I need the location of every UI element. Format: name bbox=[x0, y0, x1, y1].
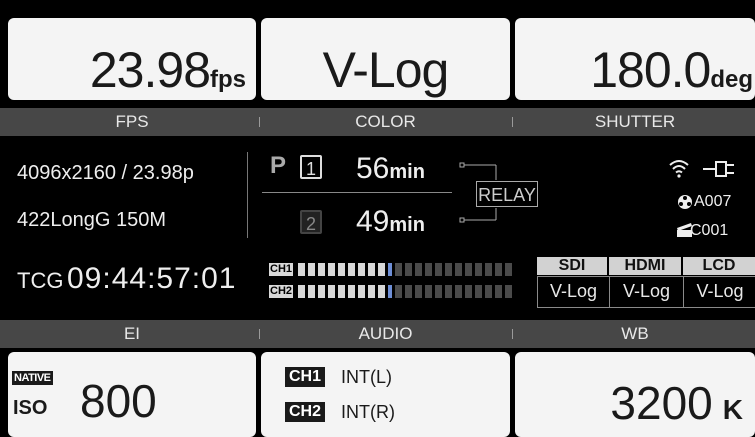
color-value: V-Log bbox=[322, 42, 450, 98]
output-header-hdmi: HDMI bbox=[609, 257, 681, 275]
wb-tile[interactable]: 3200 K bbox=[515, 352, 755, 437]
wb-label: WB bbox=[621, 324, 649, 343]
audio-label: AUDIO bbox=[358, 324, 413, 343]
clip-a: A007 bbox=[694, 193, 732, 210]
meter-ch1 bbox=[298, 263, 512, 276]
top-label-bar: FPS COLOR SHUTTER bbox=[0, 108, 755, 136]
output-value-lcd[interactable]: V-Log bbox=[683, 276, 755, 308]
shutter-label: SHUTTER bbox=[594, 112, 676, 131]
output-value-sdi[interactable]: V-Log bbox=[537, 276, 610, 308]
audio-ch1-tag: CH1 bbox=[285, 367, 326, 387]
reel-icon bbox=[678, 195, 692, 209]
slot1-remaining: 56min bbox=[356, 152, 425, 186]
shutter-tile[interactable]: 180.0deg bbox=[515, 18, 755, 100]
slot2-unit: min bbox=[389, 214, 425, 236]
wb-value: 3200 bbox=[610, 377, 713, 429]
audio-ch1-input: INT(L) bbox=[341, 367, 392, 387]
divider bbox=[512, 117, 513, 127]
shutter-unit: deg bbox=[710, 66, 753, 93]
slot2-number: 2 bbox=[300, 210, 322, 234]
meter-ch2-tag: CH2 bbox=[269, 285, 294, 298]
meter-ch1-tag: CH1 bbox=[269, 263, 294, 276]
fps-value: 23.98 bbox=[89, 42, 211, 98]
divider bbox=[259, 329, 260, 339]
divider bbox=[512, 329, 513, 339]
slot2-remaining: 49min bbox=[356, 205, 425, 239]
left-vertical-divider bbox=[247, 152, 248, 238]
slot-divider-line bbox=[262, 192, 452, 193]
slot1-unit: min bbox=[389, 161, 425, 183]
slot2-value: 49 bbox=[356, 205, 390, 238]
wb-unit: K bbox=[722, 394, 743, 425]
native-badge: NATIVE bbox=[12, 371, 53, 385]
wifi-icon bbox=[669, 160, 689, 178]
slot1-number: 1 bbox=[300, 155, 322, 179]
output-header-lcd: LCD bbox=[683, 257, 755, 275]
divider bbox=[259, 117, 260, 127]
fps-unit: fps bbox=[210, 66, 246, 93]
slot1-value: 56 bbox=[356, 152, 390, 185]
primary-marker: P bbox=[270, 152, 287, 179]
meter-ch2 bbox=[298, 285, 512, 298]
output-value-hdmi[interactable]: V-Log bbox=[609, 276, 684, 308]
output-header-sdi: SDI bbox=[537, 257, 607, 275]
iso-label: ISO bbox=[13, 397, 48, 419]
timecode: 09:44:57:01 bbox=[67, 262, 237, 295]
audio-ch2-tag: CH2 bbox=[285, 402, 326, 422]
resolution-text: 4096x2160 / 23.98p bbox=[17, 162, 194, 184]
timecode-prefix: TCG bbox=[17, 268, 64, 293]
fps-tile[interactable]: 23.98fps bbox=[8, 18, 256, 100]
ei-label: EI bbox=[123, 324, 141, 343]
audio-ch2-input: INT(R) bbox=[341, 402, 395, 422]
shutter-value: 180.0 bbox=[590, 42, 711, 98]
power-plug-icon bbox=[703, 161, 734, 177]
bottom-label-bar: EI AUDIO WB bbox=[0, 320, 755, 348]
color-tile[interactable]: V-Log bbox=[261, 18, 510, 100]
color-label: COLOR bbox=[355, 112, 416, 131]
ei-value: 800 bbox=[80, 375, 157, 427]
relay-badge: RELAY bbox=[476, 181, 538, 207]
clip-c: C001 bbox=[690, 222, 729, 239]
codec-text: 422LongG 150M bbox=[17, 209, 167, 231]
ei-tile[interactable]: NATIVE ISO 800 bbox=[8, 352, 256, 437]
fps-label: FPS bbox=[115, 112, 149, 131]
audio-tile[interactable]: CH1 INT(L) CH2 INT(R) bbox=[261, 352, 510, 437]
